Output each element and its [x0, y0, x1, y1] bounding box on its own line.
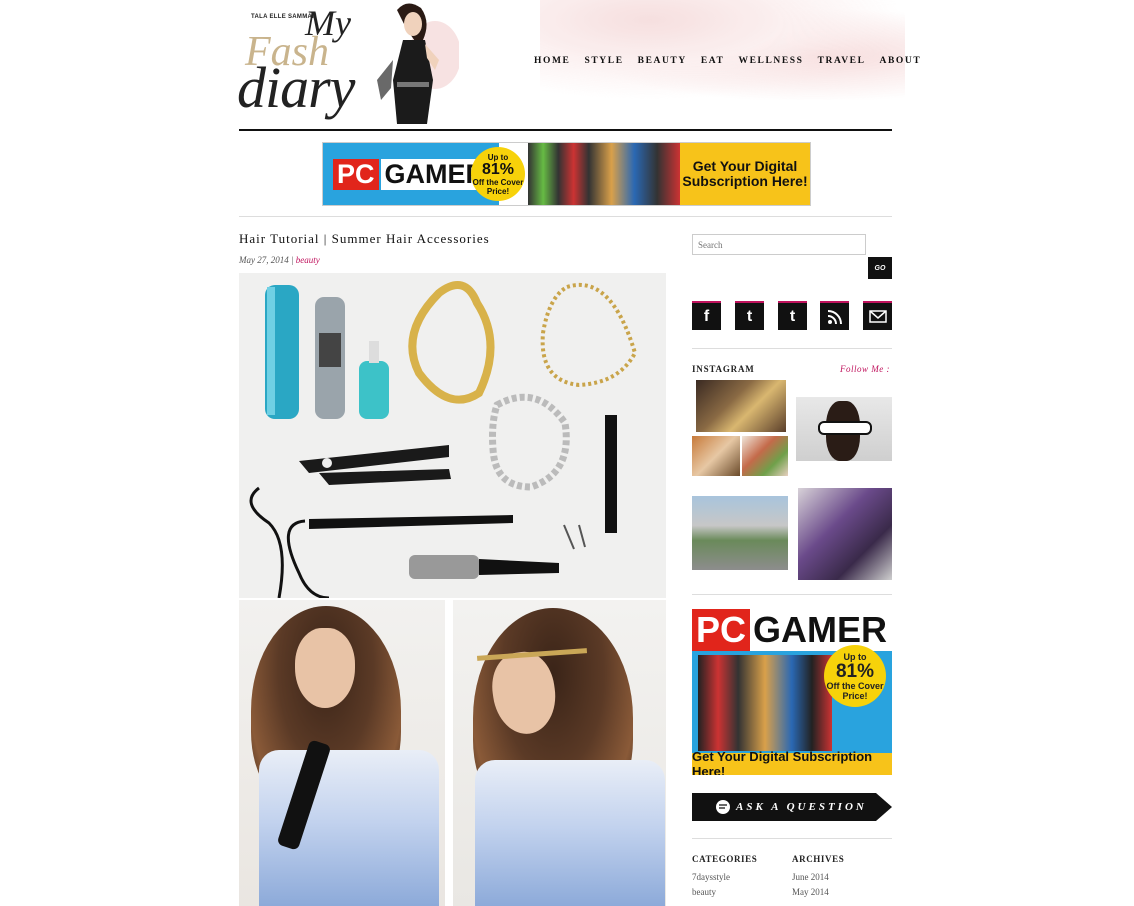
- ad-cta: Get Your Digital Subscription Here!: [680, 143, 810, 205]
- post-meta: May 27, 2014 | beauty: [239, 255, 320, 265]
- archives-heading: ARCHIVES: [792, 854, 845, 864]
- sidebar-divider: [692, 838, 892, 839]
- ad-pc-text: PC: [333, 158, 379, 190]
- ask-question-label: ASK A QUESTION: [736, 801, 867, 813]
- category-link[interactable]: 7daysstyle: [692, 872, 730, 882]
- side-ad-offer-badge: Up to 81% Off the Cover Price!: [824, 645, 886, 707]
- email-icon[interactable]: [863, 301, 892, 330]
- logo-diary: diary: [237, 55, 355, 120]
- side-ad-offer-pct: 81%: [835, 660, 875, 682]
- side-ad-magazine-covers: [698, 655, 832, 751]
- category-link[interactable]: beauty: [692, 887, 716, 897]
- side-ad-gamer-text: GAMER: [753, 609, 888, 650]
- search-input[interactable]: [692, 234, 866, 255]
- instagram-photo-5[interactable]: [692, 496, 788, 570]
- follow-me-link[interactable]: Follow Me :: [840, 364, 890, 374]
- side-ad-cta: Get Your Digital Subscription Here!: [692, 749, 892, 775]
- logo-illustration: [377, 3, 459, 124]
- post-title[interactable]: Hair Tutorial | Summer Hair Accessories: [239, 231, 490, 247]
- instagram-photo-2[interactable]: [796, 397, 892, 461]
- instagram-photo-1[interactable]: [696, 380, 786, 432]
- facebook-icon[interactable]: f: [692, 301, 721, 330]
- site-logo[interactable]: TALA ELLE SAMMAN My Fash diary: [237, 0, 459, 126]
- instagram-photo-4[interactable]: [742, 436, 788, 476]
- nav-about[interactable]: ABOUT: [880, 56, 922, 66]
- nav-beauty[interactable]: BEAUTY: [638, 56, 687, 66]
- ad-offer-pct: 81%: [481, 160, 515, 178]
- post-image-curling: [239, 600, 445, 906]
- categories-heading: CATEGORIES: [692, 854, 758, 864]
- post-image-flatlay: [239, 273, 666, 598]
- nav-wellness[interactable]: WELLNESS: [738, 56, 803, 66]
- side-ad-offer-top: Up to: [843, 651, 867, 662]
- nav-eat[interactable]: EAT: [701, 56, 725, 66]
- ad-offer-badge: Up to 81% Off the Cover Price!: [471, 147, 525, 201]
- side-ad-offer-bottom: Off the Cover Price!: [826, 680, 884, 701]
- instagram-photo-6[interactable]: [798, 488, 892, 580]
- sidebar-divider: [692, 594, 892, 595]
- search-go-button[interactable]: GO: [868, 257, 892, 279]
- content-divider: [239, 216, 892, 217]
- ad-offer-bottom: Off the Cover Price!: [472, 177, 524, 196]
- archive-link[interactable]: May 2014: [792, 887, 829, 897]
- side-ad-logo: PC GAMER: [692, 609, 892, 651]
- main-nav: HOME STYLE BEAUTY EAT WELLNESS TRAVEL AB…: [534, 56, 921, 66]
- side-ad-pc-text: PC: [692, 609, 751, 651]
- post-date: May 27, 2014: [239, 255, 289, 265]
- ask-question-button[interactable]: ASK A QUESTION: [692, 793, 892, 821]
- tumblr-icon[interactable]: t: [778, 301, 807, 330]
- archive-link[interactable]: June 2014: [792, 872, 829, 882]
- twitter-icon[interactable]: t: [735, 301, 764, 330]
- header-decoration: [540, 0, 905, 100]
- sidebar-ad[interactable]: PC GAMER Up to 81% Off the Cover Price! G…: [692, 609, 892, 775]
- nav-style[interactable]: STYLE: [584, 56, 623, 66]
- nav-home[interactable]: HOME: [534, 56, 570, 66]
- ad-magazine-covers: [528, 143, 680, 205]
- instagram-heading: INSTAGRAM: [692, 364, 755, 374]
- post-image-headband: [453, 600, 666, 906]
- sidebar-divider: [692, 348, 892, 349]
- rss-icon[interactable]: [820, 301, 849, 330]
- top-banner-ad[interactable]: PC GAMER Up to 81% Off the Cover Price! G…: [322, 142, 811, 206]
- post-category-link[interactable]: beauty: [296, 255, 320, 265]
- instagram-photo-3[interactable]: [692, 436, 740, 476]
- header-divider: [239, 129, 892, 131]
- nav-travel[interactable]: TRAVEL: [818, 56, 866, 66]
